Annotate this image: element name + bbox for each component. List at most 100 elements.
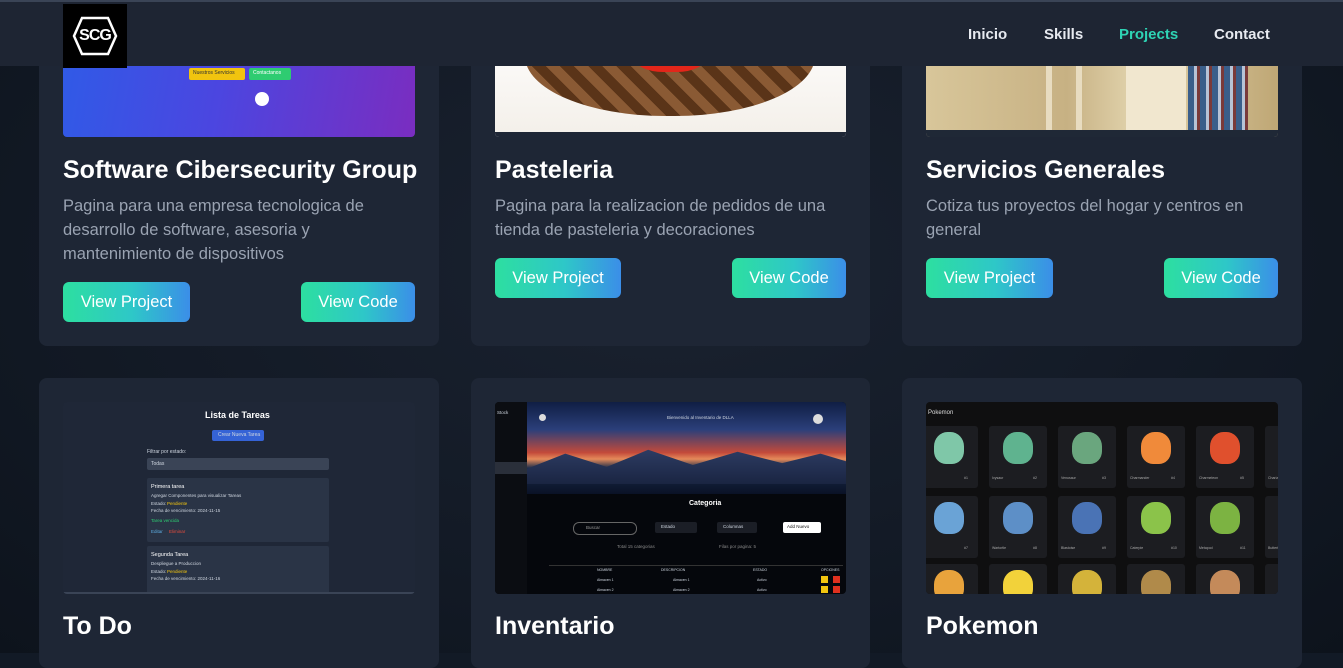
- project-thumbnail[interactable]: Stock Bienvenido al Inventario de DLLA C…: [495, 402, 846, 594]
- pokemon-card: [1127, 564, 1185, 594]
- project-title: Pokemon: [926, 612, 1039, 640]
- pokemon-sprite: [1003, 502, 1033, 534]
- project-card-pokemon: Pokemon #1 Ivysaur #2 Venusaur #3 Charmander #…: [902, 378, 1302, 668]
- view-code-button[interactable]: View Code: [732, 258, 846, 298]
- pokemon-card: Charmeleon #5: [1196, 426, 1254, 488]
- pokemon-card: #1: [926, 426, 978, 488]
- thumb-button-label: Contactanos: [253, 70, 282, 76]
- pokemon-card: [989, 564, 1047, 594]
- pokemon-card: [1265, 564, 1278, 594]
- thumb-search: Buscar: [573, 522, 637, 535]
- project-card-todo: Lista de Tareas Crear Nueva Tarea Filtra…: [39, 378, 439, 668]
- pokemon-name: Venusaur: [1061, 476, 1076, 480]
- view-project-button[interactable]: View Project: [63, 282, 190, 322]
- project-title: Inventario: [495, 612, 615, 640]
- thumb-button: Nuestros Servicios: [189, 68, 245, 80]
- thumb-task-card: Primera tarea Agregar Componentes para v…: [147, 478, 329, 542]
- project-card-servicios: Servicios Generales Cotiza tus proyectos…: [902, 20, 1302, 346]
- pokemon-number: #5: [1240, 476, 1244, 480]
- pokemon-number: #10: [1171, 546, 1177, 550]
- project-description: Pagina para una empresa tecnologica de d…: [63, 197, 364, 263]
- pokemon-sprite: [1210, 502, 1240, 534]
- thumb-task-card: Segunda Tarea Despliegue a Produccion Es…: [147, 546, 329, 594]
- logo-text: SCG: [79, 27, 112, 44]
- pokemon-sprite: [1210, 432, 1240, 464]
- project-description: Cotiza tus proyectos del hogar y centros…: [926, 197, 1244, 239]
- pokemon-card: Butterfree#12: [1265, 496, 1278, 558]
- pokemon-sprite: [1003, 570, 1033, 594]
- pokemon-card: Blastoise #9: [1058, 496, 1116, 558]
- project-thumbnail[interactable]: Lista de Tareas Crear Nueva Tarea Filtra…: [63, 402, 415, 594]
- pokemon-number: #1: [964, 476, 968, 480]
- pokemon-sprite: [1141, 432, 1171, 464]
- pokemon-name: Butterfree: [1268, 546, 1278, 550]
- project-title: To Do: [63, 612, 132, 640]
- view-project-button[interactable]: View Project: [926, 258, 1053, 298]
- thumb-dot: [255, 92, 269, 106]
- thumb-create-button: Crear Nueva Tarea: [212, 430, 264, 441]
- pokemon-card: [926, 564, 978, 594]
- pokemon-name: Metapod: [1199, 546, 1213, 550]
- project-title: Servicios Generales: [926, 156, 1166, 184]
- project-title: Pasteleria: [495, 156, 614, 184]
- thumb-filter-label: Filtrar por estado:: [147, 449, 187, 455]
- thumb-filter-select: Todas: [147, 458, 329, 470]
- pokemon-name: Caterpie: [1130, 546, 1144, 550]
- pokemon-number: #3: [1102, 476, 1106, 480]
- pokemon-card: Venusaur #3: [1058, 426, 1116, 488]
- pokemon-sprite: [1141, 502, 1171, 534]
- project-title: Software Cibersecurity Group: [63, 156, 418, 184]
- pokemon-name: Wartortle: [992, 546, 1007, 550]
- pokemon-name: Blastoise: [1061, 546, 1076, 550]
- pokemon-number: #4: [1171, 476, 1175, 480]
- project-description: Pagina para la realizacion de pedidos de…: [495, 197, 826, 239]
- thumb-heading: Lista de Tareas: [205, 410, 270, 420]
- project-thumbnail[interactable]: Pokemon #1 Ivysaur #2 Venusaur #3 Charmander #…: [926, 402, 1278, 594]
- project-card-pasteleria: Pasteleria Pagina para la realizacion de…: [471, 20, 870, 346]
- thumb-button-label: Nuestros Servicios: [193, 70, 235, 76]
- pokemon-name: Charmeleon: [1199, 476, 1219, 480]
- nav-projects[interactable]: Projects: [1119, 26, 1178, 43]
- pokemon-name: Ivysaur: [992, 476, 1004, 480]
- navbar: SCG Inicio Skills Projects Contact: [0, 0, 1343, 68]
- pokemon-sprite: [934, 432, 964, 464]
- pokemon-number: #8: [1033, 546, 1037, 550]
- thumb-button: Contactanos: [249, 68, 291, 80]
- pokemon-number: #2: [1033, 476, 1037, 480]
- pokemon-sprite: [1072, 570, 1102, 594]
- pokemon-sprite: [934, 570, 964, 594]
- thumb-banner-image: Bienvenido al Inventario de DLLA: [527, 402, 846, 494]
- pokemon-sprite: [934, 502, 964, 534]
- pokemon-card: Metapod #11: [1196, 496, 1254, 558]
- view-code-button[interactable]: View Code: [301, 282, 415, 322]
- thumb-sidebar: Stock: [495, 402, 527, 594]
- pokemon-sprite: [1210, 570, 1240, 594]
- pokemon-sprite: [1003, 432, 1033, 464]
- pokemon-card: Wartortle #8: [989, 496, 1047, 558]
- pokemon-name: Charmander: [1130, 476, 1150, 480]
- logo[interactable]: SCG: [63, 4, 127, 68]
- pokemon-card: Ivysaur #2: [989, 426, 1047, 488]
- view-project-button[interactable]: View Project: [495, 258, 621, 298]
- thumb-header: Pokemon: [928, 410, 954, 416]
- project-card-software: Nuestros Servicios Contactanos Software …: [39, 20, 439, 346]
- nav-skills[interactable]: Skills: [1044, 26, 1083, 43]
- pokemon-card: Caterpie #10: [1127, 496, 1185, 558]
- pokemon-number: #7: [964, 546, 968, 550]
- thumb-section-title: Categoria: [689, 500, 722, 507]
- pokemon-card: Charizard#6: [1265, 426, 1278, 488]
- view-code-button[interactable]: View Code: [1164, 258, 1278, 298]
- nav-inicio[interactable]: Inicio: [968, 26, 1007, 43]
- pokemon-card: [1058, 564, 1116, 594]
- pokemon-number: #11: [1240, 546, 1246, 550]
- pokemon-name: Charizard: [1268, 476, 1278, 480]
- project-card-inventario: Stock Bienvenido al Inventario de DLLA C…: [471, 378, 870, 668]
- nav-contact[interactable]: Contact: [1214, 26, 1270, 43]
- pokemon-card: #7: [926, 496, 978, 558]
- pokemon-sprite: [1141, 570, 1171, 594]
- pokemon-sprite: [1072, 502, 1102, 534]
- pokemon-sprite: [1072, 432, 1102, 464]
- pokemon-card: Charmander #4: [1127, 426, 1185, 488]
- pokemon-card: [1196, 564, 1254, 594]
- pokemon-number: #9: [1102, 546, 1106, 550]
